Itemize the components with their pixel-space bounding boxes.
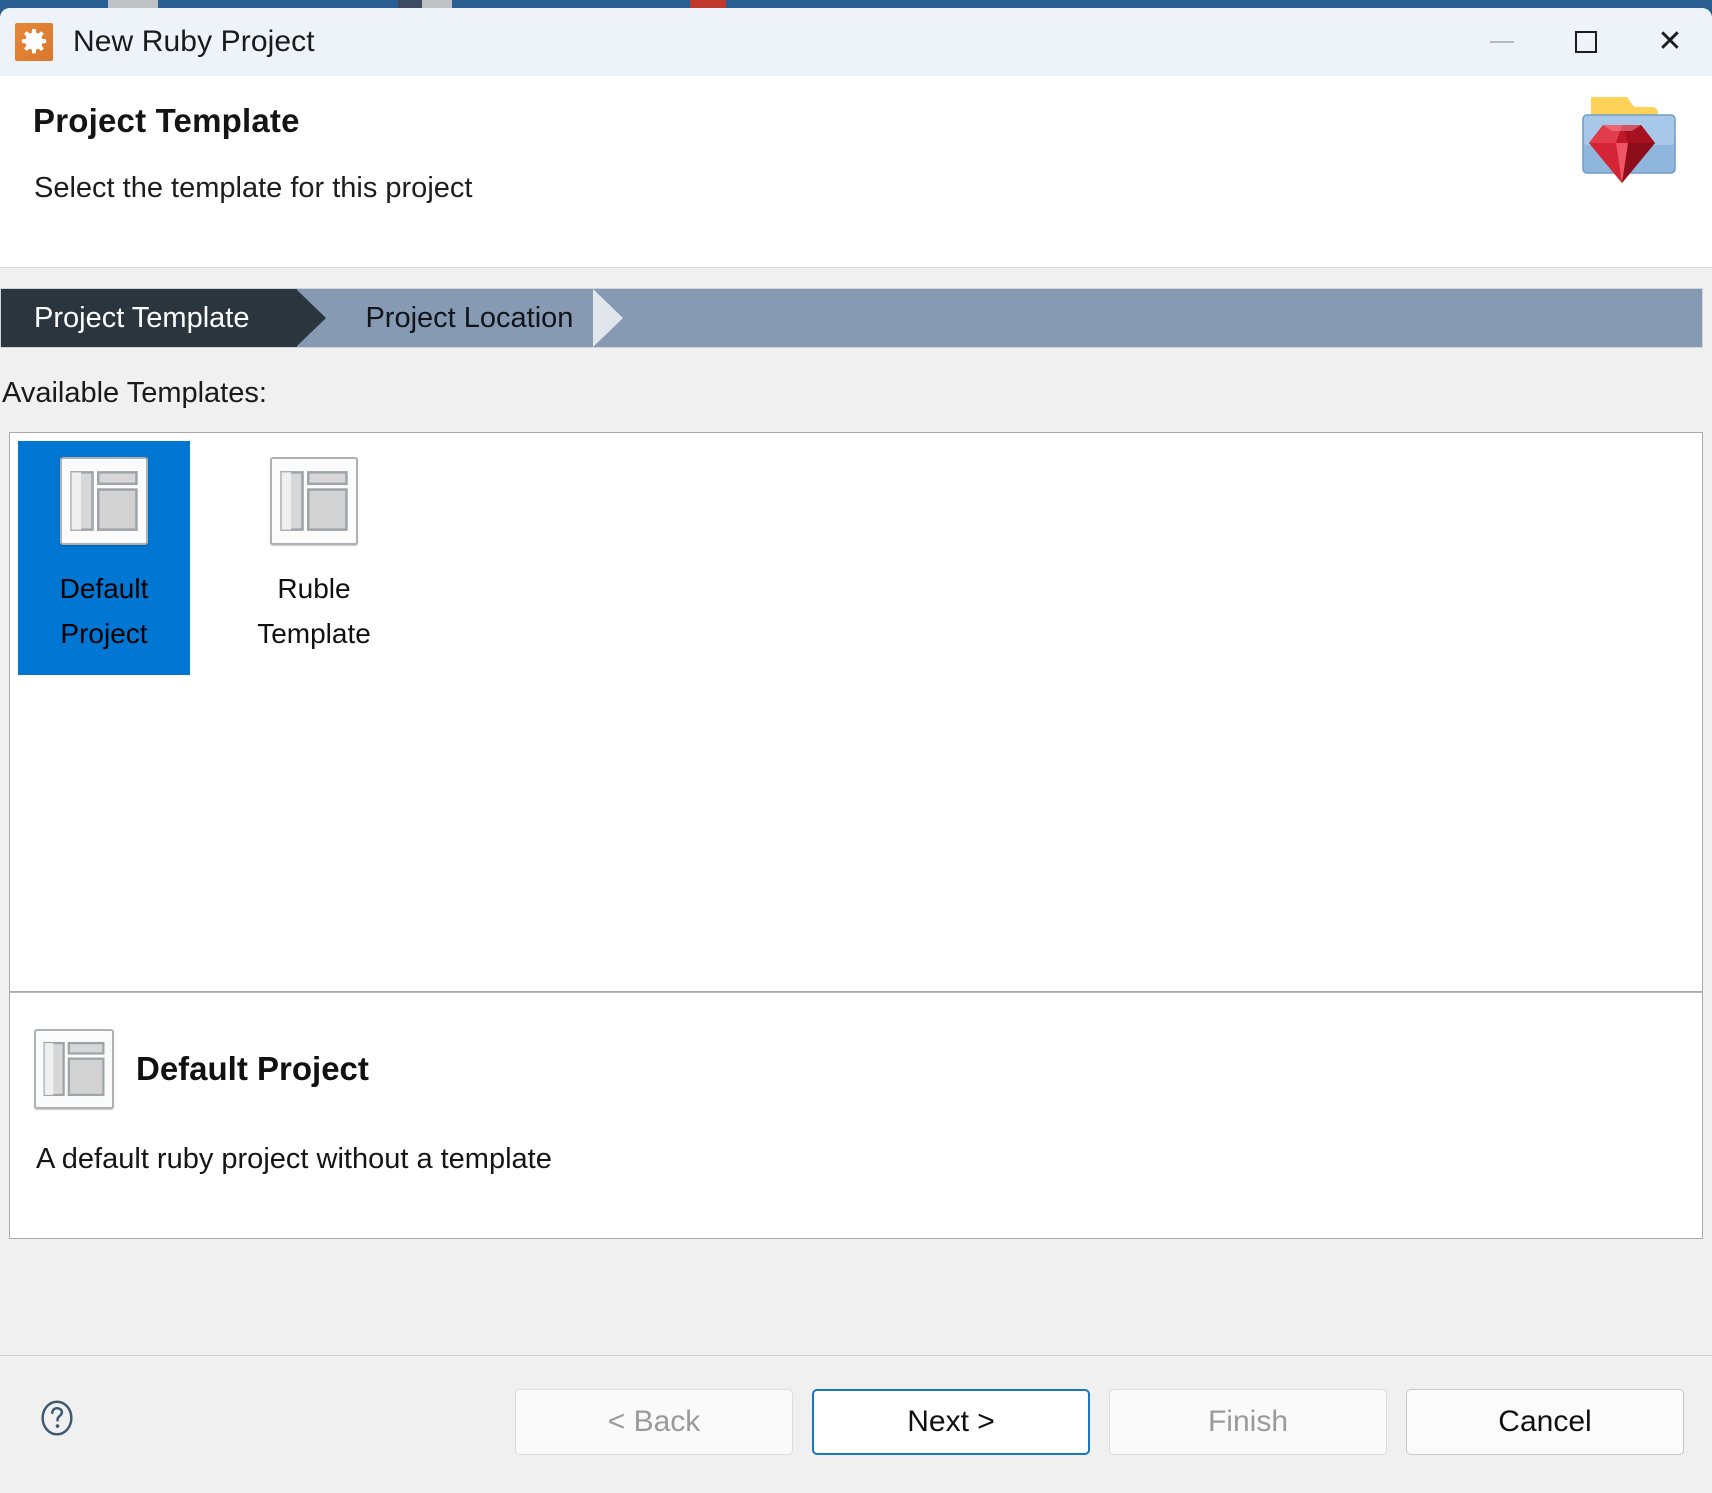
layout-icon: [60, 457, 148, 545]
description-text: A default ruby project without a templat…: [36, 1143, 552, 1175]
help-button[interactable]: [36, 1397, 78, 1439]
close-button[interactable]: ✕: [1628, 8, 1712, 76]
ruby-folder-icon: [1569, 81, 1687, 191]
cancel-button[interactable]: Cancel: [1406, 1389, 1684, 1455]
available-templates-label: Available Templates:: [2, 377, 267, 409]
wizard-buttons: < Back Next > Finish Cancel: [515, 1389, 1684, 1455]
template-item-label: Ruble Template: [257, 573, 371, 649]
wizard-step-bar: Project Template Project Location: [0, 288, 1703, 348]
help-circle-icon: [41, 1400, 73, 1436]
maximize-button[interactable]: [1544, 8, 1628, 76]
step-label: Project Template: [34, 301, 250, 334]
next-button[interactable]: Next >: [812, 1389, 1090, 1455]
template-item-default-project[interactable]: Default Project: [18, 441, 190, 675]
template-item-ruble-template[interactable]: Ruble Template: [228, 441, 400, 675]
description-title: Default Project: [136, 1050, 369, 1087]
window-controls: ✕: [1460, 8, 1712, 76]
new-ruby-project-dialog: New Ruby Project ✕ Project Template Sele…: [0, 8, 1712, 1493]
page-title: Project Template: [33, 102, 300, 139]
layout-icon: [270, 457, 358, 545]
layout-icon: [34, 1029, 114, 1109]
template-item-label: Default Project: [59, 573, 149, 649]
gear-icon: [15, 23, 53, 61]
step-project-location[interactable]: Project Location: [297, 289, 624, 347]
dialog-button-bar: < Back Next > Finish Cancel: [0, 1355, 1712, 1493]
step-label: Project Location: [365, 301, 574, 334]
maximize-icon: [1575, 31, 1597, 53]
minimize-icon: [1490, 41, 1514, 43]
back-button[interactable]: < Back: [515, 1389, 793, 1455]
step-project-template[interactable]: Project Template: [1, 289, 327, 347]
page-subtitle: Select the template for this project: [34, 172, 473, 204]
window-title: New Ruby Project: [73, 25, 315, 58]
title-bar: New Ruby Project ✕: [0, 8, 1712, 76]
template-list[interactable]: Default Project Ruble Template: [9, 432, 1703, 992]
finish-button[interactable]: Finish: [1109, 1389, 1387, 1455]
page-header: Project Template Select the template for…: [0, 76, 1712, 268]
minimize-button[interactable]: [1460, 8, 1544, 76]
close-icon: ✕: [1657, 25, 1683, 58]
template-description-panel: Default Project A default ruby project w…: [9, 992, 1703, 1239]
